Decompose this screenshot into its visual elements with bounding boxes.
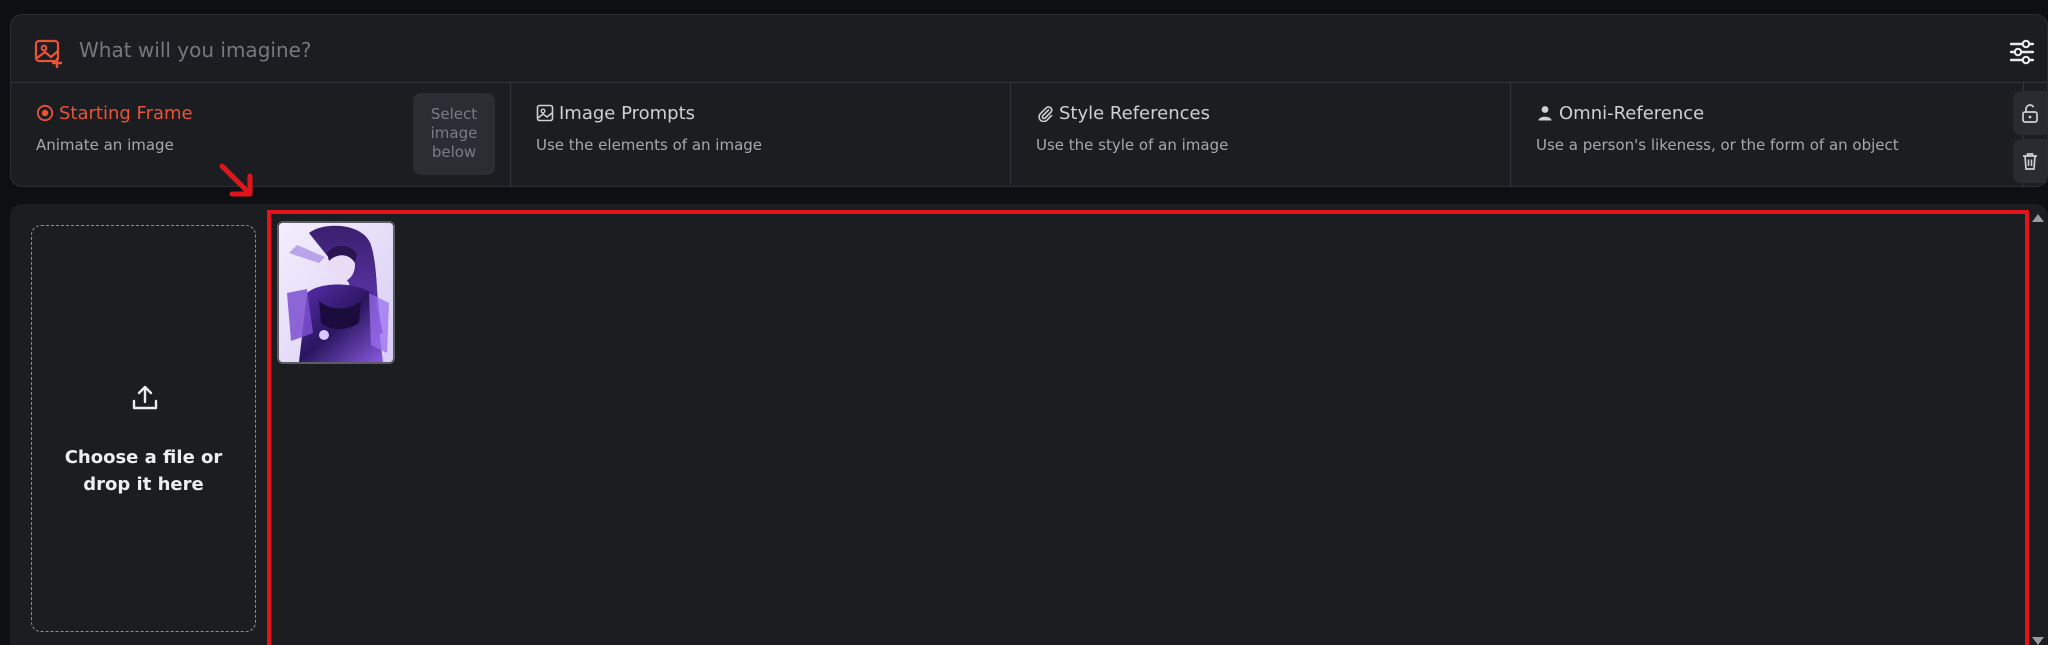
paperclip-icon <box>1038 106 1053 122</box>
person-icon <box>1538 106 1552 121</box>
trash-icon <box>2023 153 2037 170</box>
reference-tabs: Starting Frame Animate an image Select i… <box>11 83 2024 187</box>
unlock-icon <box>2022 104 2038 123</box>
tab-omni-reference-subtitle: Use a person's likeness, or the form of … <box>1536 136 1899 154</box>
image-gallery <box>267 210 2029 645</box>
upload-icon <box>132 385 158 410</box>
gallery-scrollbar[interactable] <box>2030 204 2048 645</box>
prompt-panel: Starting Frame Animate an image Select i… <box>10 14 2048 187</box>
settings-sliders-icon[interactable] <box>2007 37 2037 67</box>
gallery-thumbnail[interactable] <box>277 221 395 364</box>
image-library-panel: Choose a file or drop it here <box>10 204 2048 645</box>
dropzone-label: Choose a file or drop it here <box>64 447 223 495</box>
tab-starting-frame-label: Starting Frame <box>59 103 193 124</box>
file-dropzone[interactable]: Choose a file or drop it here <box>31 225 256 632</box>
tab-image-prompts-subtitle: Use the elements of an image <box>536 136 763 154</box>
scroll-up-arrow-icon[interactable] <box>2032 214 2044 222</box>
tab-starting-frame[interactable]: Starting Frame Animate an image Select i… <box>11 83 511 187</box>
tab-style-references[interactable]: Style References Use the style of an ima… <box>1011 83 1511 187</box>
tab-image-prompts-label: Image Prompts <box>559 103 696 124</box>
tab-image-prompts-title: Image Prompts <box>536 103 695 124</box>
tab-omni-reference[interactable]: Omni-Reference Use a person's likeness, … <box>1511 83 2024 187</box>
prompt-bar <box>11 15 2047 83</box>
tab-omni-reference-title: Omni-Reference <box>1536 103 1704 124</box>
annotation-arrow-icon <box>219 163 253 197</box>
tab-starting-frame-title: Starting Frame <box>36 103 193 124</box>
target-circle-icon <box>36 104 54 122</box>
scroll-down-arrow-icon[interactable] <box>2032 637 2044 645</box>
tab-style-references-label: Style References <box>1059 103 1210 124</box>
image-icon <box>536 104 554 122</box>
unlock-button[interactable] <box>2013 91 2047 135</box>
tab-starting-frame-subtitle: Animate an image <box>36 136 174 154</box>
delete-button[interactable] <box>2013 139 2047 183</box>
image-add-icon <box>34 39 62 68</box>
select-image-hint: Select image below <box>413 93 495 175</box>
prompt-input[interactable] <box>79 33 1879 67</box>
tab-style-references-title: Style References <box>1036 103 1210 124</box>
character-portrait-image <box>279 223 393 362</box>
tab-omni-reference-label: Omni-Reference <box>1559 103 1705 124</box>
tab-style-references-subtitle: Use the style of an image <box>1036 136 1229 154</box>
tab-image-prompts[interactable]: Image Prompts Use the elements of an ima… <box>511 83 1011 187</box>
